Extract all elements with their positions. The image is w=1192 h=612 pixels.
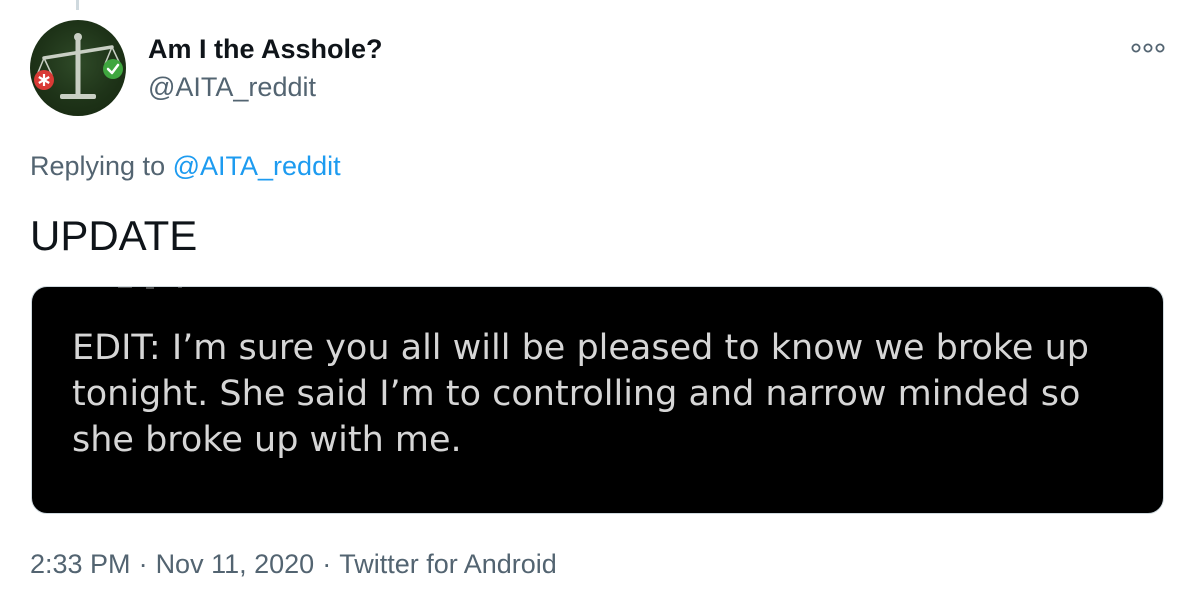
replying-to-label: Replying to xyxy=(30,151,166,181)
tweet-metadata: 2:33 PM · Nov 11, 2020 · Twitter for Android xyxy=(30,549,557,580)
tweet-media-image[interactable]: EDIT: I’m sure you all will be pleased t… xyxy=(31,286,1164,514)
tweet-source-link[interactable]: Twitter for Android xyxy=(339,549,557,580)
tweet-date-link[interactable]: Nov 11, 2020 xyxy=(156,549,315,580)
avatar[interactable] xyxy=(30,20,126,116)
author-handle[interactable]: @AITA_reddit xyxy=(148,72,316,103)
replying-to-line: Replying to @AITA_reddit xyxy=(30,151,341,182)
meta-separator: · xyxy=(138,549,148,579)
author-display-name[interactable]: Am I the Asshole? xyxy=(148,34,383,65)
thread-connector-line xyxy=(76,0,79,10)
scales-of-justice-icon xyxy=(34,33,123,99)
replying-to-mention-link[interactable]: @AITA_reddit xyxy=(173,151,341,181)
media-screenshot-text: EDIT: I’m sure you all will be pleased t… xyxy=(72,328,1089,460)
more-options-button[interactable] xyxy=(1126,36,1170,60)
more-options-icon xyxy=(1131,43,1165,53)
tweet-text: UPDATE xyxy=(30,212,198,259)
meta-separator: · xyxy=(322,549,332,579)
tweet-time-link[interactable]: 2:33 PM xyxy=(30,549,131,580)
cropped-text-fragment xyxy=(118,287,182,289)
